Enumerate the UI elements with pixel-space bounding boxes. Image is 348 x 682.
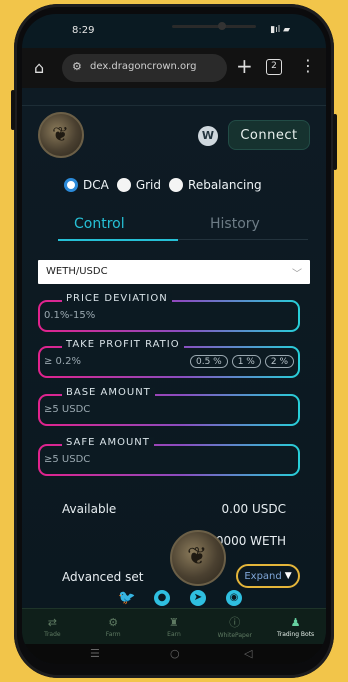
power-button: [333, 114, 337, 170]
tab-switcher-icon[interactable]: 2: [266, 59, 282, 75]
coins-icon: ♜: [169, 615, 179, 629]
safe-amount-inner: SAFE AMOUNT ≥5 USDC: [40, 437, 298, 474]
chip-2[interactable]: 2 %: [264, 355, 294, 368]
base-amount-label: BASE AMOUNT: [62, 387, 155, 398]
chip-1[interactable]: 1 %: [231, 355, 261, 368]
nav-trading-bots-label: Trading Bots: [276, 630, 315, 638]
url-text: dex.dragoncrown.org: [90, 61, 197, 72]
dragon-logo[interactable]: [38, 112, 84, 158]
top-strip: [22, 88, 326, 106]
nav-trade-label: Trade: [44, 630, 61, 638]
mode-grid-label: Grid: [135, 178, 162, 192]
available-label: Available: [62, 502, 117, 516]
mode-rebalancing-label: Rebalancing: [188, 178, 262, 192]
url-bar[interactable]: ⚙ dex.dragoncrown.org: [62, 54, 227, 82]
discord-icon[interactable]: ◉: [226, 590, 242, 606]
nav-whitepaper-label: WhitePaper: [217, 632, 253, 639]
tractor-icon: ⚙: [108, 615, 119, 629]
nav-farm[interactable]: ⚙ Farm: [83, 609, 144, 644]
pair-value: WETH/USDC: [46, 266, 108, 277]
home-circle-icon[interactable]: ○: [170, 647, 180, 660]
radio-dca[interactable]: [64, 178, 78, 192]
take-profit-input[interactable]: ≥ 0.2%: [44, 356, 81, 367]
medium-icon[interactable]: ●: [154, 590, 170, 606]
recents-icon[interactable]: ☰: [90, 647, 100, 660]
take-profit-chips: 0.5 % 1 % 2 %: [189, 355, 294, 368]
mode-selector: DCA Grid Rebalancing: [64, 178, 262, 192]
more-menu-icon[interactable]: ⋮: [300, 56, 316, 75]
take-profit-inner: TAKE PROFIT RATIO ≥ 0.2% 0.5 % 1 % 2 %: [40, 339, 298, 376]
nav-whitepaper[interactable]: ⓘ WhitePaper: [204, 609, 265, 644]
nav-earn[interactable]: ♜ Earn: [144, 609, 205, 644]
wallet-icon[interactable]: W: [198, 126, 218, 146]
base-amount-input[interactable]: ≥5 USDC: [44, 404, 90, 415]
nav-trade[interactable]: ⇄ Trade: [22, 609, 83, 644]
floating-dragon-button[interactable]: [170, 530, 226, 586]
take-profit-label: TAKE PROFIT RATIO: [62, 339, 184, 350]
expand-label: Expand: [244, 570, 282, 582]
new-tab-icon[interactable]: +: [236, 54, 253, 78]
expand-button[interactable]: Expand ▼: [236, 564, 300, 588]
price-deviation-inner: PRICE DEVIATION 0.1%-15%: [40, 293, 298, 330]
tab-active-underline: [58, 239, 178, 241]
radio-grid[interactable]: [116, 178, 131, 192]
system-nav-bar: ☰ ○ ◁: [22, 644, 326, 664]
notch: [172, 25, 256, 28]
bottom-nav: ⇄ Trade ⚙ Farm ♜ Earn ⓘ WhitePaper ♟ Tra…: [22, 608, 326, 644]
safe-amount-input[interactable]: ≥5 USDC: [44, 454, 90, 465]
safe-amount-label: SAFE AMOUNT: [62, 437, 154, 448]
social-links: 🐦 ● ➤ ◉: [118, 590, 242, 606]
site-settings-icon[interactable]: ⚙: [72, 60, 82, 73]
safe-amount-field[interactable]: SAFE AMOUNT ≥5 USDC: [38, 437, 300, 476]
browser-toolbar: ⌂ ⚙ dex.dragoncrown.org + 2 ⋮: [22, 48, 326, 88]
camera-icon: [218, 22, 226, 30]
pair-select[interactable]: WETH/USDC ﹀: [38, 260, 310, 284]
telegram-icon[interactable]: ➤: [190, 590, 206, 606]
nav-earn-label: Earn: [167, 630, 181, 638]
chip-0-5[interactable]: 0.5 %: [189, 355, 228, 368]
tab-history[interactable]: History: [210, 216, 260, 232]
radio-rebalancing[interactable]: [169, 178, 184, 192]
nav-farm-label: Farm: [105, 630, 121, 638]
price-deviation-input[interactable]: 0.1%-15%: [44, 310, 95, 321]
twitter-icon[interactable]: 🐦: [118, 590, 135, 606]
mode-grid[interactable]: Grid: [116, 178, 162, 192]
back-icon[interactable]: ◁: [244, 647, 252, 660]
bot-icon: ♟: [290, 615, 301, 629]
advanced-settings-label: Advanced set: [62, 570, 144, 584]
info-icon: ⓘ: [229, 616, 241, 629]
usdc-balance: 0.00 USDC: [221, 502, 286, 516]
mode-dca-label: DCA: [83, 178, 109, 192]
chevron-down-icon: ▼: [284, 571, 292, 581]
swap-icon: ⇄: [47, 615, 57, 629]
volume-button: [11, 90, 15, 130]
tab-divider: [178, 239, 308, 240]
chevron-down-icon: ﹀: [292, 269, 302, 280]
base-amount-inner: BASE AMOUNT ≥5 USDC: [40, 387, 298, 424]
base-amount-field[interactable]: BASE AMOUNT ≥5 USDC: [38, 387, 300, 426]
status-bar: 8:29 ▮ıl ▰: [22, 14, 326, 48]
status-time: 8:29: [72, 25, 95, 36]
tab-control[interactable]: Control: [74, 216, 125, 232]
nav-trading-bots[interactable]: ♟ Trading Bots: [265, 609, 326, 644]
page-content: W Connect DCA Grid Rebalancing Control H…: [22, 88, 326, 608]
mode-dca[interactable]: DCA: [64, 178, 109, 192]
price-deviation-field[interactable]: PRICE DEVIATION 0.1%-15%: [38, 293, 300, 332]
price-deviation-label: PRICE DEVIATION: [62, 293, 172, 304]
signal-battery-icon: ▮ıl ▰: [270, 25, 290, 35]
take-profit-field[interactable]: TAKE PROFIT RATIO ≥ 0.2% 0.5 % 1 % 2 %: [38, 339, 300, 378]
connect-button[interactable]: Connect: [228, 120, 310, 150]
home-icon[interactable]: ⌂: [34, 58, 44, 77]
phone-screen: 8:29 ▮ıl ▰ ⌂ ⚙ dex.dragoncrown.org + 2 ⋮…: [22, 14, 326, 664]
mode-rebalancing[interactable]: Rebalancing: [169, 178, 262, 192]
tab-count: 2: [271, 61, 277, 71]
